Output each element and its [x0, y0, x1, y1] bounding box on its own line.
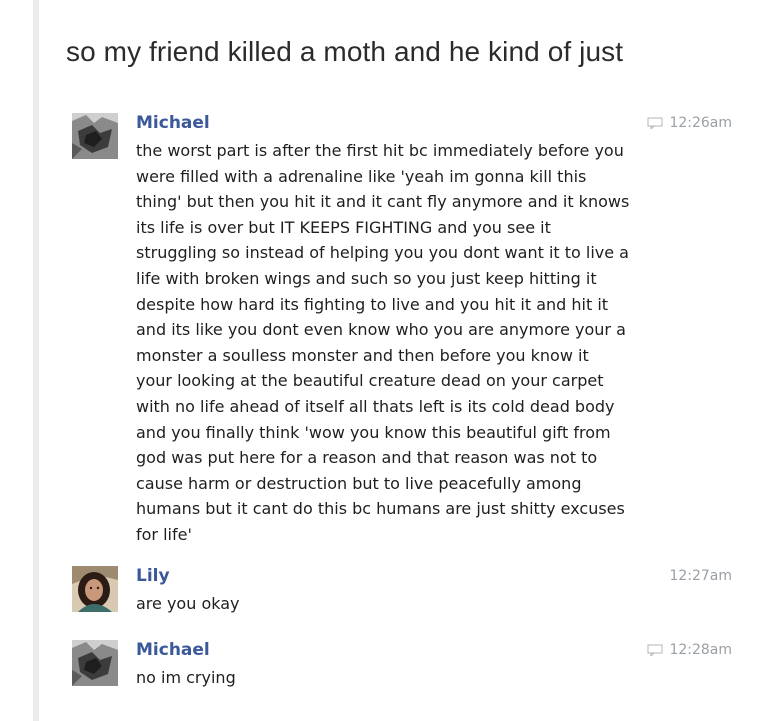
sender-name[interactable]: Michael — [136, 113, 210, 133]
timestamp: 12:26am — [647, 115, 732, 131]
chat-bubble-icon — [647, 644, 663, 656]
lily-avatar-icon — [72, 566, 118, 612]
sender-name[interactable]: Michael — [136, 640, 210, 660]
avatar[interactable] — [72, 640, 118, 686]
timestamp-text: 12:28am — [669, 642, 732, 658]
post-title: so my friend killed a moth and he kind o… — [66, 36, 624, 67]
left-rule — [33, 0, 39, 721]
michael-avatar-icon — [72, 113, 118, 159]
message-text: the worst part is after the first hit bc… — [136, 141, 630, 544]
michael-avatar-icon — [72, 640, 118, 686]
message-text: are you okay — [136, 594, 240, 613]
sender-name[interactable]: Lily — [136, 566, 170, 586]
chat-message: Michael 12:26am the worst part is after … — [72, 113, 732, 553]
avatar[interactable] — [72, 113, 118, 159]
timestamp-text: 12:26am — [669, 115, 732, 131]
chat-message: Michael 12:28am no im crying — [72, 640, 732, 700]
message-text: no im crying — [136, 668, 236, 687]
timestamp-text: 12:27am — [669, 568, 732, 584]
timestamp: 12:27am — [669, 568, 732, 584]
chat-bubble-icon — [647, 117, 663, 129]
avatar[interactable] — [72, 566, 118, 612]
chat-message: Lily 12:27am are you okay — [72, 566, 732, 626]
timestamp: 12:28am — [647, 642, 732, 658]
